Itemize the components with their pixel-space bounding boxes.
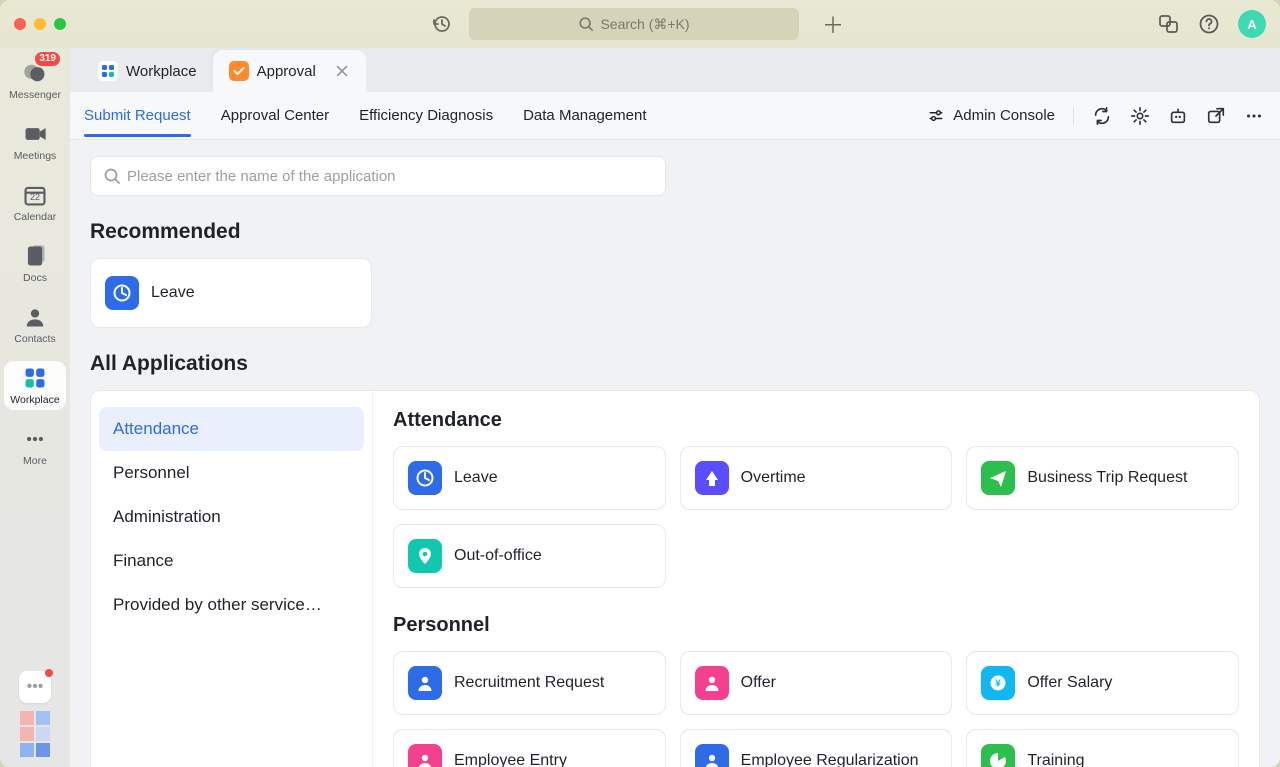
window-controls [14,18,66,30]
app-icon [981,744,1015,767]
more-icon[interactable] [1244,106,1264,126]
category-list: AttendancePersonnelAdministrationFinance… [91,391,373,767]
app-card-training[interactable]: Training [966,729,1239,767]
titlebar: Search (⌘+K) ＋ A [0,0,1280,48]
app-card-employee-entry[interactable]: Employee Entry [393,729,666,767]
category-attendance[interactable]: Attendance [99,407,364,451]
tab-close-icon[interactable] [334,63,350,79]
rail-calendar[interactable]: 22 Calendar [4,178,66,227]
help-icon[interactable] [1198,13,1220,35]
app-label: Offer Salary [1027,674,1112,692]
section-title-attendance: Attendance [393,409,1239,432]
category-provided-by-other-service-[interactable]: Provided by other service… [99,583,364,627]
search-icon [103,167,121,185]
category-personnel[interactable]: Personnel [99,451,364,495]
app-label: Employee Entry [454,752,567,767]
tab-strip: Workplace Approval [70,48,1280,92]
app-card-out-of-office[interactable]: Out-of-office [393,524,666,588]
left-rail: 319 Messenger Meetings 22 Calendar Docs … [0,48,70,767]
global-search-placeholder: Search (⌘+K) [600,16,689,33]
rail-meetings[interactable]: Meetings [4,117,66,166]
app-card-employee-regularization[interactable]: Employee Regularization [680,729,953,767]
category-administration[interactable]: Administration [99,495,364,539]
workplace-tab-icon [98,61,118,81]
refresh-icon[interactable] [1092,106,1112,126]
rail-apps-menu[interactable]: ••• [19,671,51,703]
window-close[interactable] [14,18,26,30]
app-icon [695,461,729,495]
app-card-offer[interactable]: Offer [680,651,953,715]
app-icon [408,744,442,767]
approval-tab-icon [229,61,249,81]
window-minimize[interactable] [34,18,46,30]
section-title-personnel: Personnel [393,614,1239,637]
app-icon [981,666,1015,700]
app-icon [105,276,139,310]
messenger-badge: 319 [35,52,60,66]
settings-icon[interactable] [1130,106,1150,126]
app-icon [981,461,1015,495]
recommended-title: Recommended [90,220,1260,244]
robot-icon[interactable] [1168,106,1188,126]
tab-workplace[interactable]: Workplace [82,50,213,92]
sliders-icon [927,107,945,125]
app-label: Leave [454,469,498,487]
app-icon [408,666,442,700]
rail-workplace[interactable]: Workplace [4,361,66,410]
popout-icon[interactable] [1206,106,1226,126]
category-finance[interactable]: Finance [99,539,364,583]
history-icon[interactable] [431,14,451,34]
window-maximize[interactable] [54,18,66,30]
reco-card-leave[interactable]: Leave [90,258,372,328]
app-card-recruitment-request[interactable]: Recruitment Request [393,651,666,715]
app-card-business-trip-request[interactable]: Business Trip Request [966,446,1239,510]
app-icon [695,744,729,767]
app-grid-area: Attendance Leave Overtime Business Trip Req… [373,391,1259,767]
app-icon [408,461,442,495]
new-button[interactable]: ＋ [817,8,849,40]
app-window: Search (⌘+K) ＋ A 319 Messenger Meetings … [0,0,1280,767]
tab-approval[interactable]: Approval [213,50,366,92]
subnav-efficiency-diagnosis[interactable]: Efficiency Diagnosis [359,95,493,136]
app-label: Training [1027,752,1084,767]
app-card-overtime[interactable]: Overtime [680,446,953,510]
subnav-approval-center[interactable]: Approval Center [221,95,329,136]
app-card-offer-salary[interactable]: Offer Salary [966,651,1239,715]
subnav-submit-request[interactable]: Submit Request [84,95,191,136]
app-search[interactable] [90,156,666,196]
app-search-input[interactable] [127,168,653,185]
all-applications-title: All Applications [90,352,1260,376]
translate-icon[interactable] [1158,13,1180,35]
subnav: Submit Request Approval Center Efficienc… [70,92,1280,140]
app-icon [408,539,442,573]
app-label: Overtime [741,469,806,487]
rail-contacts[interactable]: Contacts [4,300,66,349]
all-applications-panel: AttendancePersonnelAdministrationFinance… [90,390,1260,767]
app-label: Leave [151,284,195,302]
global-search[interactable]: Search (⌘+K) [469,8,799,40]
app-label: Employee Regularization [741,752,919,767]
app-label: Out-of-office [454,547,542,565]
subnav-data-management[interactable]: Data Management [523,95,646,136]
avatar[interactable]: A [1238,10,1266,38]
search-icon [578,16,594,32]
rail-minigrid [20,711,50,757]
app-icon [695,666,729,700]
rail-docs[interactable]: Docs [4,239,66,288]
rail-more[interactable]: More [4,422,66,471]
app-label: Recruitment Request [454,674,604,692]
admin-console-link[interactable]: Admin Console [927,107,1055,125]
app-card-leave[interactable]: Leave [393,446,666,510]
rail-messenger[interactable]: 319 Messenger [4,56,66,105]
content-area: Recommended Leave All Applications Atten… [70,140,1280,767]
app-label: Business Trip Request [1027,469,1187,487]
app-label: Offer [741,674,776,692]
